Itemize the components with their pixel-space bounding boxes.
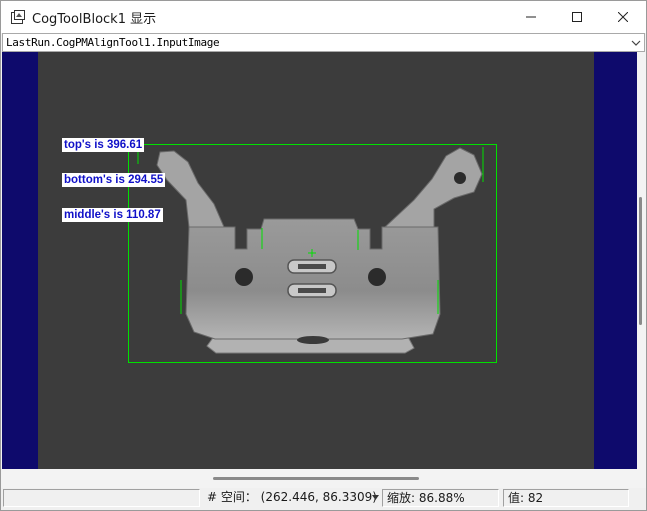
status-bar: # 空间： (262.446, 86.3309) 缩放: 86.88% 值: 8… (1, 488, 646, 510)
maximize-button[interactable] (554, 1, 600, 33)
title-bar[interactable]: CogToolBlock1 显示 (1, 1, 646, 33)
minimize-icon (526, 16, 536, 18)
caret-down-icon[interactable] (372, 495, 379, 500)
image-selector-value: LastRun.CogPMAlignTool1.InputImage (6, 36, 220, 49)
result-label-bottom: bottom's is 294.55 (62, 173, 166, 187)
result-label-top: top's is 396.61 (62, 138, 145, 152)
pixel-value-readout: 值: 82 (503, 489, 629, 507)
pixel-value-text: 值: 82 (508, 491, 544, 505)
image-graphics (128, 144, 497, 363)
coordinate-space-selector[interactable]: # 空间： (262.446, 86.3309) (205, 489, 381, 507)
result-label-middle: middle's is 110.87 (62, 208, 163, 222)
maximize-icon (572, 12, 582, 22)
chevron-down-icon[interactable] (630, 37, 642, 49)
status-cell-empty (3, 489, 200, 507)
zoom-text: 缩放: 86.88% (387, 491, 465, 505)
vertical-scrollbar[interactable] (637, 52, 646, 469)
cog-display-window: CogToolBlock1 显示 LastRun.CogPMAlignTool1… (0, 0, 647, 511)
window-title: CogToolBlock1 显示 (32, 12, 157, 27)
image-selector-dropdown[interactable]: LastRun.CogPMAlignTool1.InputImage (2, 33, 645, 52)
horizontal-scroll-thumb[interactable] (213, 477, 419, 480)
zoom-readout: 缩放: 86.88% (382, 489, 499, 507)
vertical-scroll-thumb[interactable] (639, 197, 642, 325)
close-button[interactable] (600, 1, 646, 33)
metal-part (156, 147, 483, 354)
cursor-coordinates: # 空间： (262.446, 86.3309) (207, 490, 377, 504)
app-icon (11, 10, 25, 24)
image-display[interactable]: top's is 396.61 bottom's is 294.55 middl… (2, 52, 637, 469)
horizontal-scrollbar[interactable] (2, 469, 637, 488)
minimize-button[interactable] (508, 1, 554, 33)
close-icon (618, 12, 628, 22)
